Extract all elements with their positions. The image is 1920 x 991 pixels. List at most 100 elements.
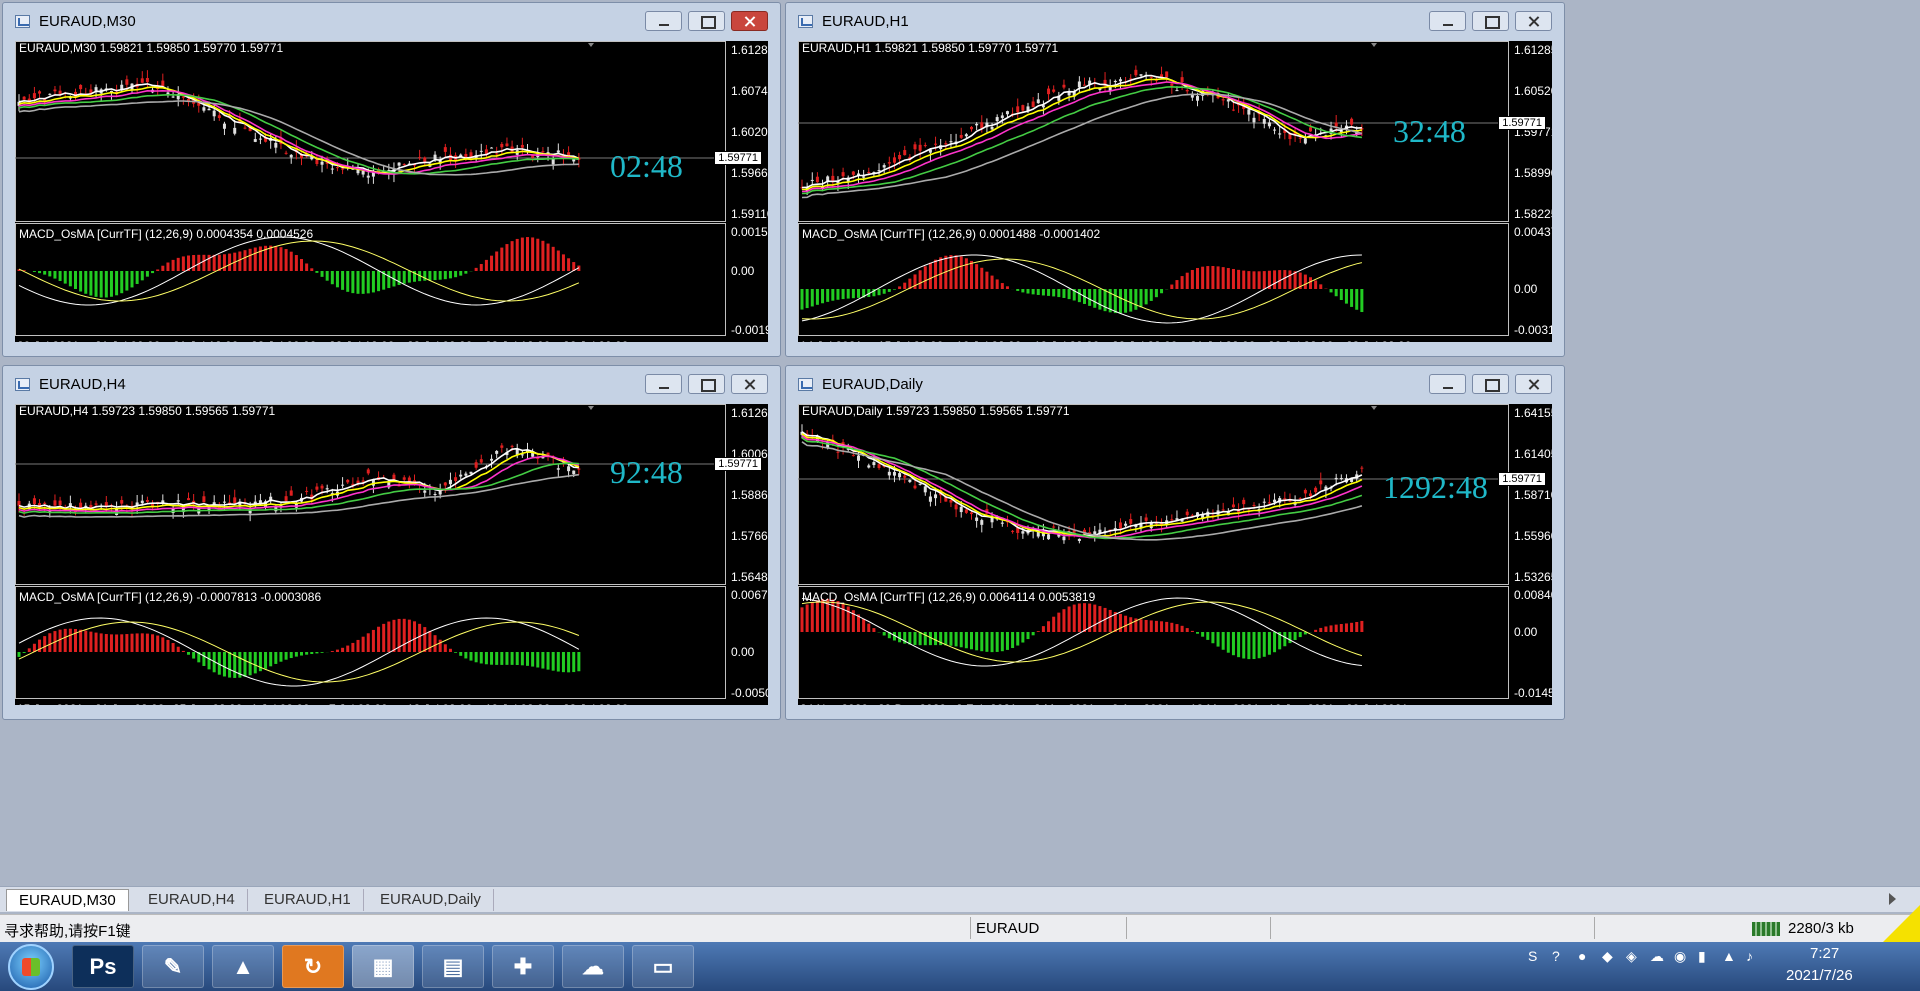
tray-app-icon[interactable]: ● — [1578, 948, 1586, 964]
macd-histogram-bar — [366, 271, 370, 294]
tray-signal-icon[interactable]: ▲ — [1722, 948, 1736, 964]
clock-time[interactable]: 7:27 — [1810, 945, 1839, 962]
macd-histogram-bar — [1175, 280, 1179, 289]
candle-body — [454, 477, 458, 481]
resize-grip-icon[interactable] — [1882, 905, 1920, 943]
macd-histogram-bar — [892, 289, 896, 290]
close-button[interactable] — [731, 374, 768, 394]
chart-area[interactable]: EURAUD,M30 1.59821 1.59850 1.59770 1.597… — [15, 41, 768, 342]
app-figure-icon[interactable]: ✎ — [142, 945, 204, 988]
price-axis-label: 1.61280 — [731, 43, 768, 57]
macd-histogram-bar — [443, 644, 447, 652]
tab-scroll-right-icon[interactable] — [1889, 893, 1896, 905]
close-button[interactable] — [1515, 11, 1552, 31]
macd-histogram-bar — [500, 652, 504, 665]
macd-histogram-bar — [1360, 620, 1364, 632]
macd-histogram-bar — [1201, 266, 1205, 289]
file-explorer-icon[interactable]: ▭ — [632, 945, 694, 988]
macd-histogram-bar — [413, 621, 416, 652]
window-titlebar[interactable]: EURAUD,Daily — [786, 366, 1564, 400]
tab-euraud-daily[interactable]: EURAUD,Daily — [368, 889, 494, 911]
macd-histogram-bar — [1334, 289, 1338, 297]
chart-area[interactable]: EURAUD,H1 1.59821 1.59850 1.59770 1.5977… — [798, 41, 1552, 342]
macd-histogram-bar — [428, 630, 432, 652]
macd-axis-label: 0.00 — [731, 645, 755, 659]
macd-histogram-bar — [448, 648, 452, 652]
candle-body — [1334, 477, 1338, 480]
chart-area[interactable]: EURAUD,H4 1.59723 1.59850 1.59565 1.5977… — [15, 404, 768, 705]
macd-histogram-bar — [58, 629, 62, 652]
candle-body — [944, 143, 948, 145]
macd-histogram-bar — [269, 652, 273, 667]
macd-histogram-bar — [1072, 604, 1076, 632]
window-titlebar[interactable]: EURAUD,H4 — [3, 366, 780, 400]
maximize-button[interactable] — [688, 374, 725, 394]
macd-histogram-bar — [800, 289, 804, 310]
macd-histogram-bar — [1021, 632, 1025, 643]
close-button[interactable] — [1515, 374, 1552, 394]
app-chat-blue-icon[interactable]: ▲ — [212, 945, 274, 988]
tray-sogou-icon[interactable]: S — [1528, 948, 1537, 964]
minimize-button[interactable] — [1429, 11, 1466, 31]
app-map-icon[interactable]: ✚ — [492, 945, 554, 988]
tab-euraud-h1[interactable]: EURAUD,H1 — [252, 889, 364, 911]
candle-body — [1077, 538, 1081, 541]
candle-body — [320, 485, 324, 489]
start-button[interactable] — [8, 944, 54, 990]
minimize-button[interactable] — [1429, 374, 1466, 394]
metatrader-app-icon[interactable]: ▦ — [352, 945, 414, 988]
window-titlebar[interactable]: EURAUD,M30 — [3, 3, 780, 37]
tray-shield-icon[interactable]: ◈ — [1626, 948, 1637, 965]
candle-body — [202, 496, 206, 503]
candle-body — [140, 78, 144, 83]
macd-histogram-bar — [841, 289, 845, 300]
chart-window-h1[interactable]: EURAUD,H1 EURAUD,H1 1.59821 1.59850 1.59… — [785, 2, 1565, 357]
minimize-button[interactable] — [645, 374, 682, 394]
macd-histogram-bar — [918, 270, 922, 289]
window-titlebar[interactable]: EURAUD,H1 — [786, 3, 1564, 37]
candle-body — [222, 501, 226, 503]
macd-histogram-bar — [1355, 622, 1359, 632]
macd-histogram-bar — [289, 652, 293, 659]
macd-histogram-bar — [120, 634, 124, 652]
maximize-button[interactable] — [1472, 11, 1509, 31]
candle-body — [934, 143, 938, 145]
wechat-app-icon[interactable]: ☁ — [562, 945, 624, 988]
chart-window-m30[interactable]: EURAUD,M30 EURAUD,M30 1.59821 1.59850 1.… — [2, 2, 781, 357]
macd-line — [801, 597, 1362, 667]
candle-body — [1314, 487, 1318, 493]
macd-histogram-bar — [1067, 289, 1071, 300]
macd-histogram-bar — [371, 629, 375, 652]
clock-date[interactable]: 2021/7/26 — [1786, 967, 1853, 984]
close-button[interactable] — [731, 11, 768, 31]
tray-help-icon[interactable]: ? — [1552, 948, 1560, 964]
tray-app3-icon[interactable]: ◉ — [1674, 948, 1686, 965]
tray-network-icon[interactable]: ▮ — [1698, 948, 1706, 965]
macd-histogram-bar — [202, 254, 206, 271]
macd-histogram-bar — [831, 289, 835, 301]
macd-histogram-bar — [846, 289, 850, 299]
tray-wechat-icon[interactable]: ☁ — [1650, 948, 1664, 965]
tray-volume-icon[interactable]: ♪ — [1746, 948, 1753, 964]
candle-body — [253, 139, 257, 142]
app-orange-icon[interactable]: ↻ — [282, 945, 344, 988]
candle-body — [970, 512, 973, 515]
tab-euraud-h4[interactable]: EURAUD,H4 — [136, 889, 248, 911]
tray-app2-icon[interactable]: ◆ — [1602, 948, 1613, 965]
chart-window-h4[interactable]: EURAUD,H4 EURAUD,H4 1.59723 1.59850 1.59… — [2, 365, 781, 720]
chart-area[interactable]: EURAUD,Daily 1.59723 1.59850 1.59565 1.5… — [798, 404, 1552, 705]
app-notebook-icon[interactable]: ▤ — [422, 945, 484, 988]
minimize-button[interactable] — [645, 11, 682, 31]
macd-histogram-bar — [361, 636, 365, 652]
maximize-button[interactable] — [688, 11, 725, 31]
maximize-button[interactable] — [1472, 374, 1509, 394]
candle-body — [867, 172, 871, 174]
chart-window-daily[interactable]: EURAUD,Daily EURAUD,Daily 1.59723 1.5985… — [785, 365, 1565, 720]
macd-histogram-bar — [546, 243, 550, 271]
photoshop-app-icon[interactable]: Ps — [72, 945, 134, 988]
tab-euraud-m30[interactable]: EURAUD,M30 — [6, 889, 129, 911]
current-price-tag: 1.59771 — [1498, 472, 1546, 486]
macd-histogram-bar — [1257, 632, 1261, 659]
candle-body — [274, 142, 278, 148]
macd-line — [18, 617, 580, 687]
